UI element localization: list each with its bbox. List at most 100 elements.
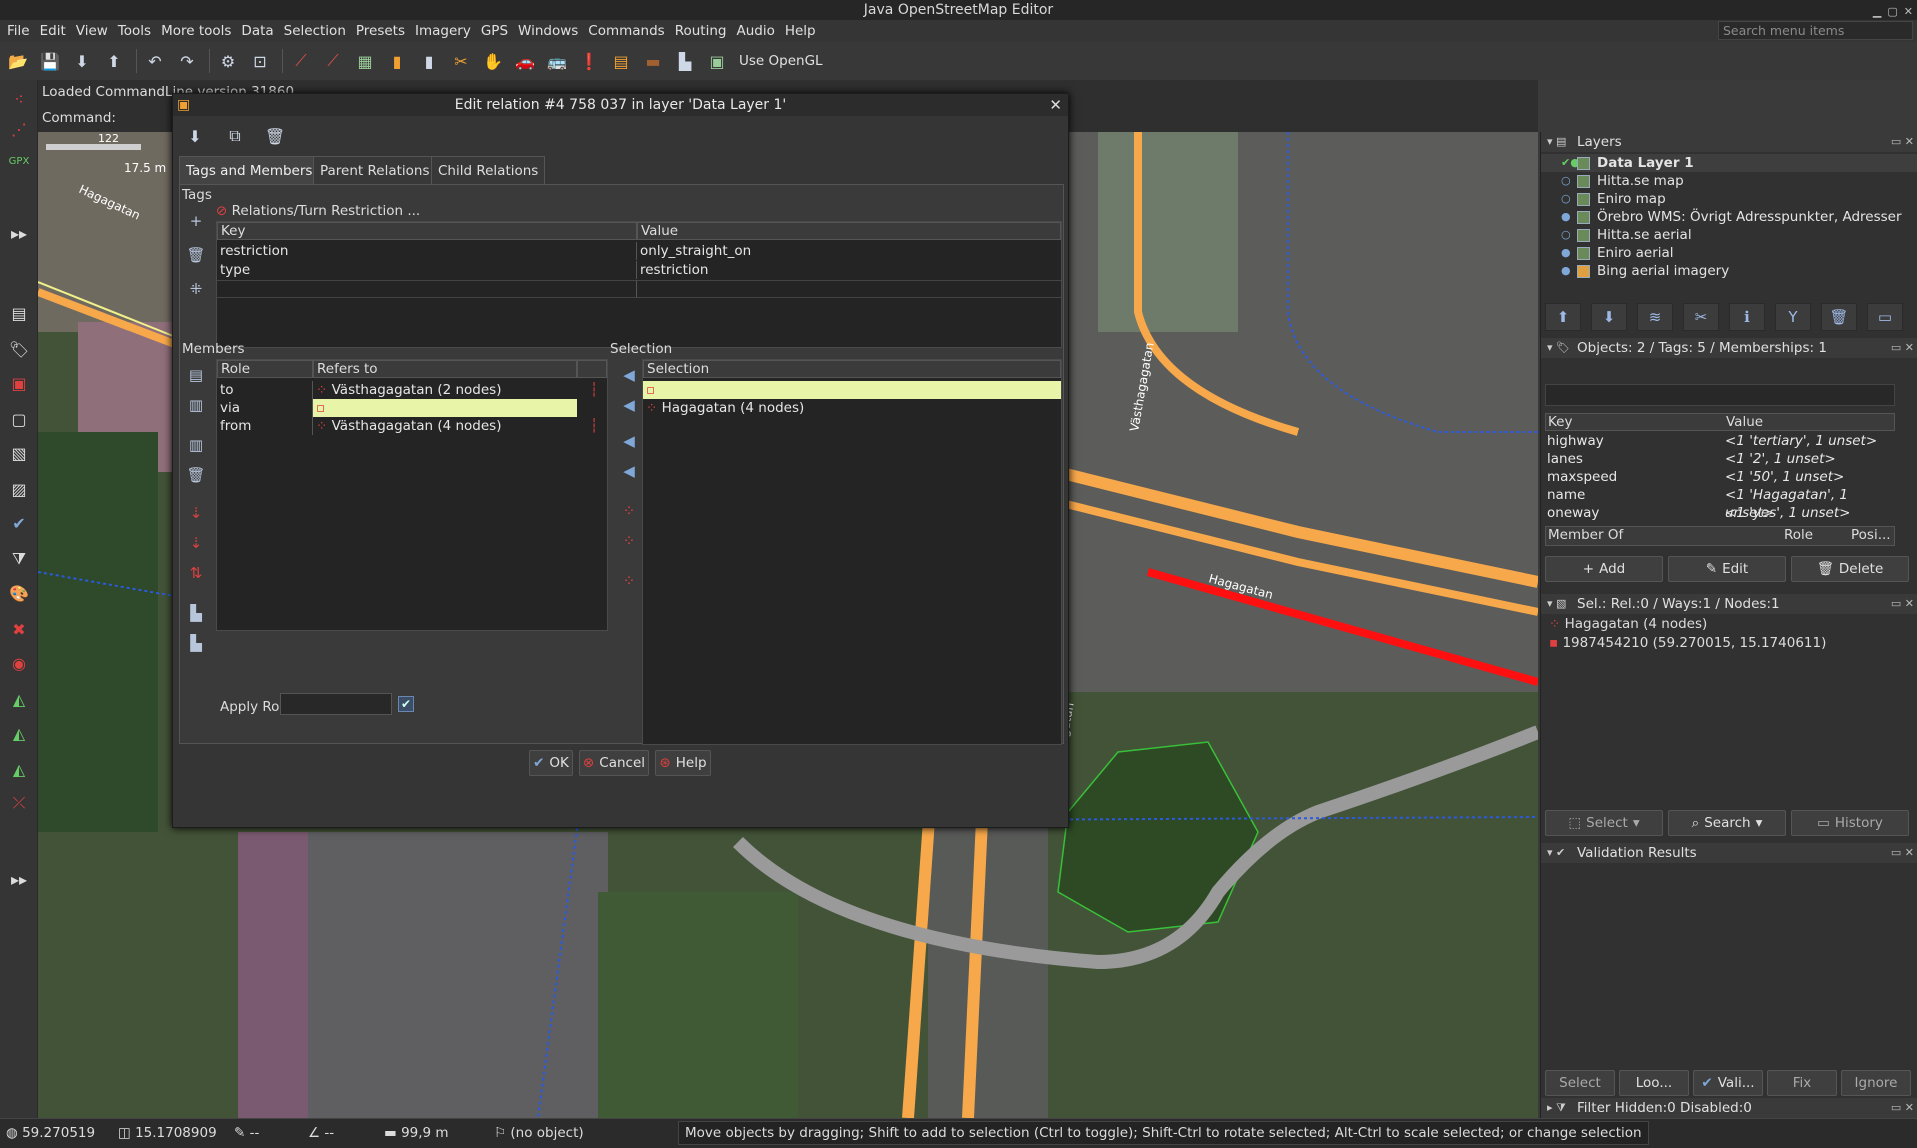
history-icon[interactable]: ◉ xyxy=(5,650,33,676)
split-way-icon[interactable]: ⟋ xyxy=(287,47,315,75)
select-members-icon[interactable]: ⁘ xyxy=(616,499,642,523)
tab-parent-relations[interactable]: Parent Relations xyxy=(313,156,437,184)
tag-row[interactable]: lanes <1 '2', 1 unset> xyxy=(1545,450,1895,468)
palette-icon[interactable]: 🎨 xyxy=(5,580,33,606)
minimize-icon[interactable]: ▁ xyxy=(1873,2,1881,22)
download-icon[interactable]: ⬇ xyxy=(68,47,96,75)
warning-icon[interactable]: ❗ xyxy=(575,47,603,75)
merge-icon[interactable]: Y xyxy=(1775,303,1811,331)
reverse-icon[interactable]: ⇅ xyxy=(183,561,209,585)
validator-icon[interactable]: ✔ xyxy=(5,510,33,536)
visibility-icon[interactable]: ● xyxy=(1561,244,1571,262)
chevron-down-icon[interactable]: ▾ xyxy=(1633,815,1640,831)
route-delete-icon[interactable]: ⤫ xyxy=(5,790,33,816)
expand-more-icon[interactable]: ▸▸ xyxy=(5,866,33,892)
routing-nodes-icon[interactable]: ◭ xyxy=(5,756,33,782)
zoom-icon[interactable]: ⊡ xyxy=(246,47,274,75)
tag-value-cell[interactable]: restriction xyxy=(637,261,1061,279)
tag-row[interactable]: oneway <1 'yes', 1 unset> xyxy=(1545,504,1895,522)
select-mode-icon[interactable]: ⁖ xyxy=(5,86,33,112)
menu-gps[interactable]: GPS xyxy=(476,20,513,42)
history-button[interactable]: ▭ History xyxy=(1791,810,1909,836)
barrier-icon[interactable]: ▬ xyxy=(639,47,667,75)
hand-icon[interactable]: ✋ xyxy=(479,47,507,75)
member-role-cell[interactable]: from xyxy=(217,417,313,435)
member-refers-cell[interactable]: ⁘ Västhagagatan (2 nodes) xyxy=(313,381,577,399)
ok-button[interactable]: ✔ OK xyxy=(529,750,573,776)
conflict-icon[interactable]: ✖ xyxy=(5,616,33,642)
add-button[interactable]: + Add xyxy=(1545,556,1663,582)
undo-icon[interactable]: ↶ xyxy=(141,47,169,75)
add-tag-icon[interactable]: + xyxy=(183,209,209,233)
redo-icon[interactable]: ↷ xyxy=(173,47,201,75)
menu-file[interactable]: File xyxy=(2,20,35,42)
expand-icon[interactable]: ▸▸ xyxy=(5,220,33,246)
restriction-icon[interactable]: ▤ xyxy=(607,47,635,75)
member-refers-cell-selected[interactable]: ▫ 1987454210 (59.270015, 15.1740611) xyxy=(313,399,577,417)
tools-icon[interactable]: ✂ xyxy=(447,47,475,75)
menu-data[interactable]: Data xyxy=(236,20,278,42)
visibility-icon[interactable]: ○ xyxy=(1561,172,1571,190)
filter-panel-header[interactable]: ▸ ⧩ Filter Hidden:0 Disabled:0 ▭ ✕ xyxy=(1541,1098,1917,1118)
note-icon[interactable]: ◭ xyxy=(5,686,33,712)
edit-member-icon[interactable]: ▥ xyxy=(183,393,209,417)
preferences-icon[interactable]: ⚙ xyxy=(214,47,242,75)
save-icon[interactable]: 💾 xyxy=(36,47,64,75)
add-selected-last-icon[interactable]: ◀ xyxy=(616,459,642,483)
help-button[interactable]: ⊛ Help xyxy=(655,750,711,776)
routing-icon[interactable]: ◭ xyxy=(5,720,33,746)
combine-way-icon[interactable]: ⟋ xyxy=(319,47,347,75)
download-incomplete-icon[interactable]: ▙ xyxy=(183,631,209,655)
visibility-icon[interactable]: ● xyxy=(1561,208,1571,226)
visibility-icon[interactable]: ● xyxy=(1561,262,1571,280)
collapse-icon[interactable]: ▾ ▤ xyxy=(1547,132,1566,152)
panel-controls-icon[interactable]: ▭ ✕ xyxy=(1891,594,1914,614)
move-down-icon[interactable]: ⬇ xyxy=(1591,303,1627,331)
objects-panel-header[interactable]: ▾ 🏷 Objects: 2 / Tags: 5 / Memberships: … xyxy=(1541,338,1917,358)
orthogonalize-icon[interactable]: ▮ xyxy=(383,47,411,75)
selection-list-item[interactable]: ⁘ Hagagatan (4 nodes) xyxy=(1549,616,1707,632)
command-prompt[interactable]: Command: xyxy=(42,110,116,126)
menu-search-input[interactable]: Search menu items xyxy=(1718,21,1913,40)
member-role-cell[interactable]: via xyxy=(217,399,313,417)
visibility-icon[interactable]: ○ xyxy=(1561,226,1571,244)
tag-filter-input[interactable] xyxy=(1545,384,1895,406)
industrial-icon[interactable]: ▙ xyxy=(671,47,699,75)
align-icon[interactable]: ▦ xyxy=(351,47,379,75)
layer-item[interactable]: ○ Hitta.se map xyxy=(1541,172,1917,190)
selection-row[interactable]: ⁘ Hagagatan (4 nodes) xyxy=(643,399,1061,417)
validation-lookup-button[interactable]: Loo... xyxy=(1619,1070,1689,1096)
validation-panel-header[interactable]: ▾ ✔ Validation Results ▭ ✕ xyxy=(1541,843,1917,863)
selection-list-item[interactable]: ▪ 1987454210 (59.270015, 15.1740611) xyxy=(1549,635,1826,651)
layer-item[interactable]: ✔● Data Layer 1 xyxy=(1541,154,1917,172)
menu-view[interactable]: View xyxy=(71,20,113,42)
remove-selected-icon[interactable]: ⁘ xyxy=(616,569,642,593)
delete-tag-icon[interactable]: 🗑 xyxy=(183,243,209,267)
layers-icon[interactable]: ▤ xyxy=(5,300,33,326)
search-button[interactable]: ⌕ Search ▾ xyxy=(1668,810,1786,836)
chevron-down-icon[interactable]: ▾ xyxy=(1756,815,1763,831)
menu-imagery[interactable]: Imagery xyxy=(410,20,476,42)
layer-item[interactable]: ○ Eniro map xyxy=(1541,190,1917,208)
select-primitives-icon[interactable]: ⁘ xyxy=(616,529,642,553)
layer-item[interactable]: ● Bing aerial imagery xyxy=(1541,262,1917,280)
edit-button[interactable]: ✎ Edit xyxy=(1668,556,1786,582)
download-members-icon[interactable]: ▙ xyxy=(183,601,209,625)
menu-help[interactable]: Help xyxy=(780,20,821,42)
panel-controls-icon[interactable]: ▭ ✕ xyxy=(1891,338,1914,358)
remove-member-icon[interactable]: 🗑 xyxy=(183,463,209,487)
open-icon[interactable]: 📂 xyxy=(4,47,32,75)
move-member-icon[interactable]: ▤ xyxy=(183,363,209,387)
tag-row[interactable]: highway <1 'tertiary', 1 unset> xyxy=(1545,432,1895,450)
imagery-icon[interactable]: ▨ xyxy=(5,476,33,502)
tag-key-cell[interactable]: type xyxy=(217,261,637,279)
menu-windows[interactable]: Windows xyxy=(513,20,583,42)
delete-relation-icon[interactable]: 🗑 xyxy=(261,122,289,150)
info-icon[interactable]: ℹ xyxy=(1729,303,1765,331)
panel-controls-icon[interactable]: ▭ ✕ xyxy=(1891,843,1914,863)
filter-icon[interactable]: ⧩ xyxy=(5,546,33,572)
visibility-icon[interactable]: ○ xyxy=(1561,190,1571,208)
cancel-button[interactable]: ⊗ Cancel xyxy=(579,750,649,776)
layers-panel-header[interactable]: ▾ ▤ Layers ▭ ✕ xyxy=(1541,132,1917,152)
menu-edit[interactable]: Edit xyxy=(35,20,71,42)
